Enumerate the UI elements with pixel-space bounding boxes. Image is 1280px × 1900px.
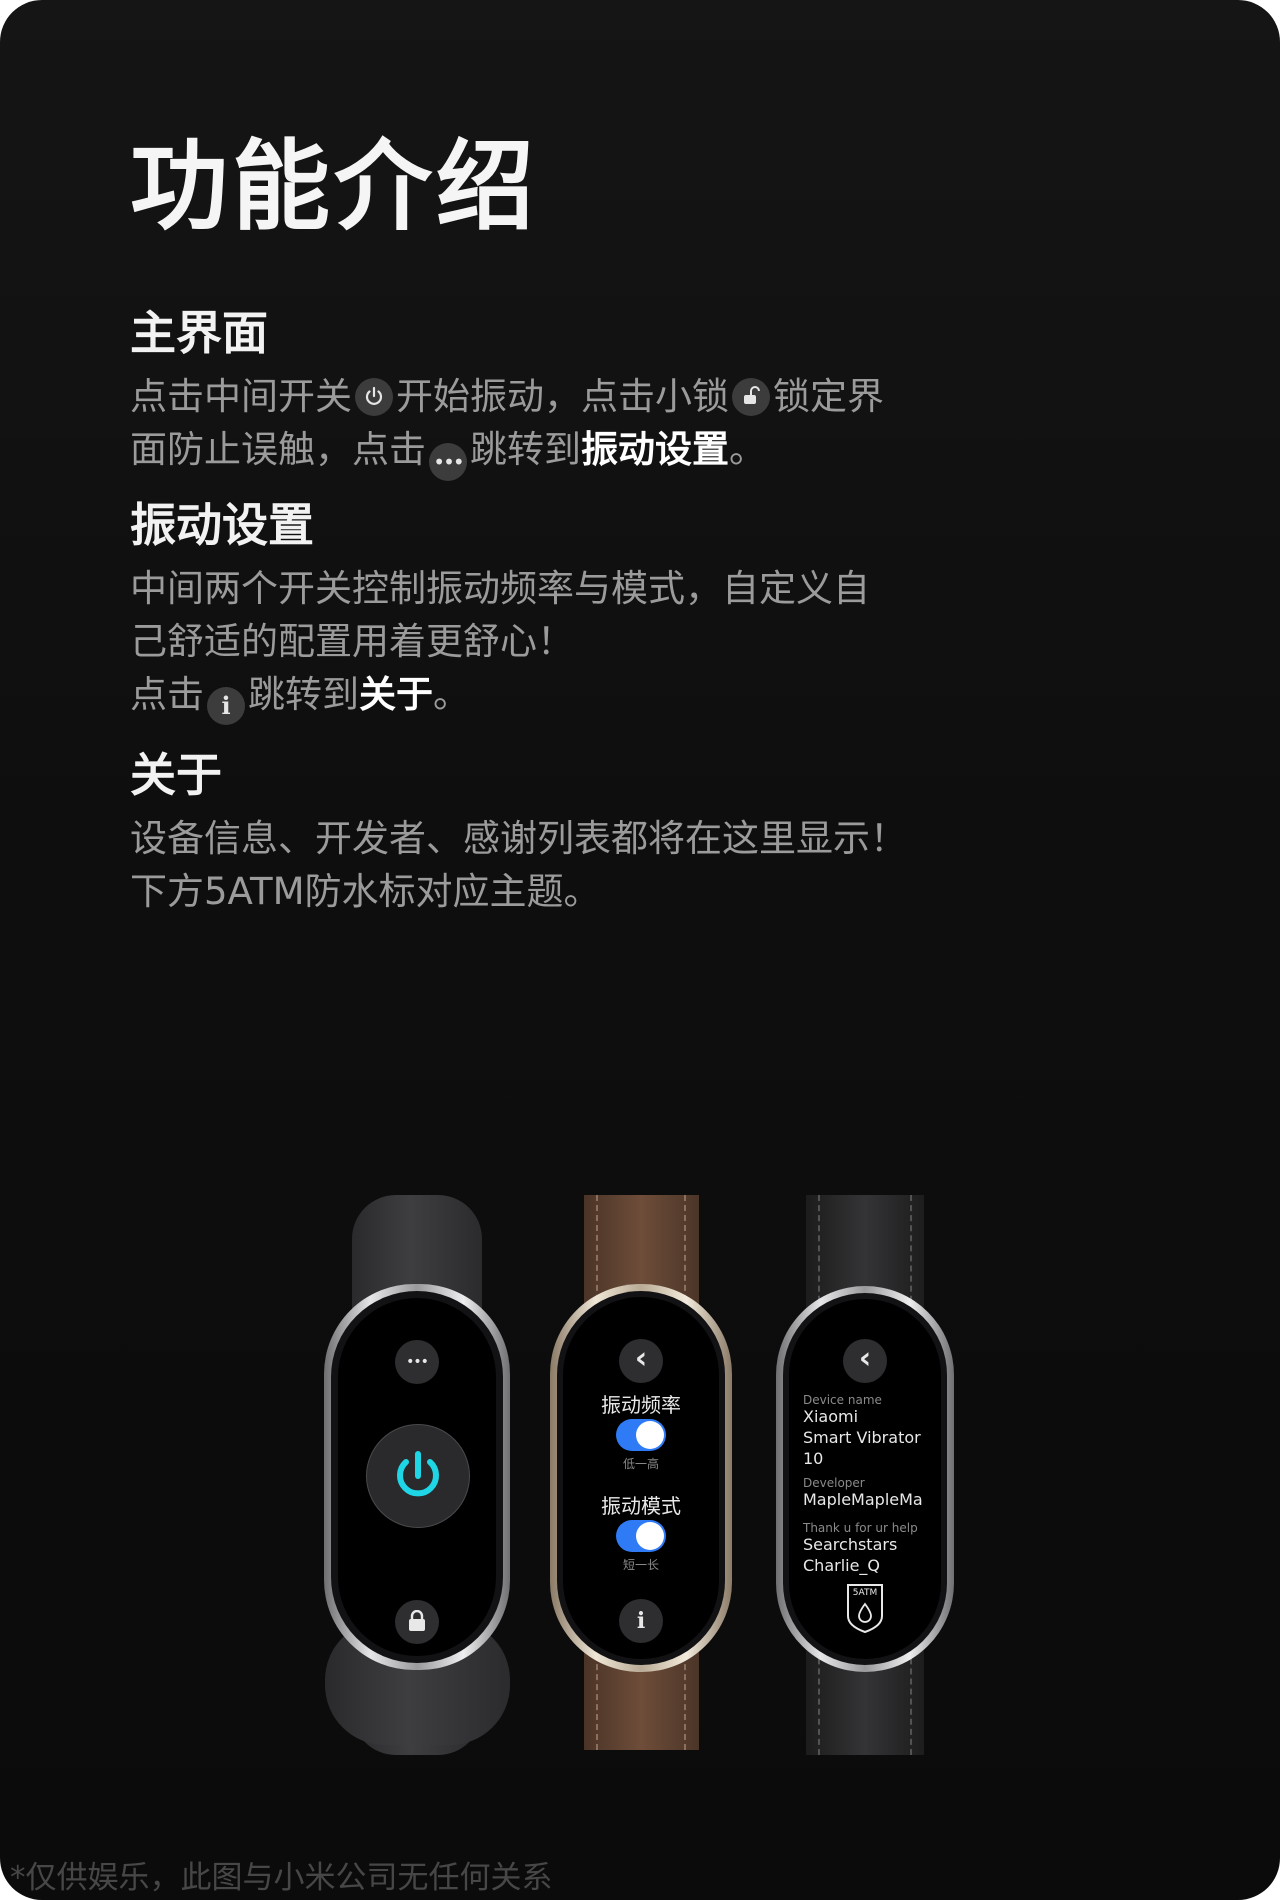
text-line: 中间两个开关控制振动频率与模式，自定义自 bbox=[130, 567, 870, 610]
text-fragment: 点击中间开关 bbox=[130, 375, 352, 418]
badge-text: 5ATM bbox=[852, 1588, 878, 1598]
feature-intro-card: 功能介绍 主界面 点击中间开关 开始振动，点击小锁 锁定界 面防止误触，点击 ••… bbox=[0, 0, 1280, 1900]
text-fragment: 开始振动，点击小锁 bbox=[396, 375, 729, 418]
page-title: 功能介绍 bbox=[130, 130, 539, 244]
toggle-knob bbox=[636, 1522, 664, 1550]
device-name-line: Smart Vibrator bbox=[803, 1428, 921, 1447]
link-about: 关于 bbox=[359, 673, 433, 716]
text-fragment: 。 bbox=[729, 428, 766, 471]
chevron-left-icon[interactable]: ‹ bbox=[843, 1339, 887, 1383]
text-line: 己舒适的配置用着更舒心！ bbox=[130, 620, 574, 663]
thanks-name: Charlie_Q bbox=[803, 1556, 881, 1575]
lock-icon bbox=[409, 1610, 425, 1631]
text-fragment: 面防止误触，点击 bbox=[130, 428, 426, 471]
water-resistance-badge: 5ATM bbox=[845, 1582, 885, 1634]
lock-button[interactable] bbox=[395, 1600, 439, 1644]
watch-screen: ••• bbox=[338, 1298, 496, 1656]
developer-label: Developer bbox=[803, 1476, 865, 1490]
text-fragment: 跳转到 bbox=[470, 428, 581, 471]
chevron-left-icon[interactable]: ‹ bbox=[619, 1339, 663, 1383]
developer-value: MapleMapleMa bbox=[803, 1490, 923, 1509]
mode-toggle[interactable] bbox=[616, 1520, 666, 1552]
toggle-knob bbox=[636, 1421, 664, 1449]
info-icon: i bbox=[207, 687, 245, 725]
more-dots-icon[interactable]: ••• bbox=[395, 1340, 439, 1384]
thanks-label: Thank u for ur help bbox=[803, 1521, 918, 1535]
section-title-vibration: 振动设置 bbox=[130, 498, 314, 552]
text-fragment: 跳转到 bbox=[248, 673, 359, 716]
freq-label: 振动频率 bbox=[601, 1393, 681, 1417]
freq-range-label: 低一高 bbox=[622, 1457, 659, 1471]
watch-screen: ‹ 振动频率 低一高 振动模式 短一长 i bbox=[563, 1297, 719, 1659]
device-name-label: Device name bbox=[803, 1393, 882, 1407]
text-fragment: 。 bbox=[433, 673, 470, 716]
power-icon bbox=[397, 1451, 439, 1497]
section-title-main: 主界面 bbox=[130, 306, 268, 360]
lock-icon bbox=[732, 378, 770, 416]
disclaimer-footer: *仅供娱乐，此图与小米公司无任何关系 bbox=[10, 1860, 553, 1896]
section-title-about: 关于 bbox=[130, 748, 222, 802]
section-body-vibration: 中间两个开关控制振动频率与模式，自定义自 己舒适的配置用着更舒心！ 点击 i 跳转到… bbox=[130, 562, 990, 725]
text-line: 下方5ATM防水标对应主题。 bbox=[130, 870, 601, 913]
device-name-line: 10 bbox=[803, 1449, 824, 1468]
link-vibration-settings: 振动设置 bbox=[581, 428, 729, 471]
power-icon bbox=[355, 378, 393, 416]
water-drop-icon bbox=[858, 1602, 872, 1623]
info-icon[interactable]: i bbox=[619, 1599, 663, 1643]
power-button[interactable] bbox=[366, 1424, 470, 1528]
freq-toggle[interactable] bbox=[616, 1419, 666, 1451]
text-fragment: 点击 bbox=[130, 673, 204, 716]
text-fragment: 锁定界 bbox=[773, 375, 884, 418]
section-vibration-settings: 振动设置 中间两个开关控制振动频率与模式，自定义自 己舒适的配置用着更舒心！ 点… bbox=[130, 502, 990, 725]
watch-screen: ‹ Device name Xiaomi Smart Vibrator 10 D… bbox=[789, 1299, 941, 1659]
section-body-about: 设备信息、开发者、感谢列表都将在这里显示！ 下方5ATM防水标对应主题。 bbox=[130, 812, 990, 918]
section-body-main: 点击中间开关 开始振动，点击小锁 锁定界 面防止误触，点击 ••• 跳转到振动设置。 bbox=[130, 370, 990, 481]
section-main-interface: 主界面 点击中间开关 开始振动，点击小锁 锁定界 面防止误触，点击 ••• 跳转到振… bbox=[130, 310, 990, 481]
mode-range-label: 短一长 bbox=[622, 1558, 659, 1572]
thanks-name: Searchstars bbox=[803, 1535, 898, 1554]
section-about: 关于 设备信息、开发者、感谢列表都将在这里显示！ 下方5ATM防水标对应主题。 bbox=[130, 752, 990, 918]
device-name-line: Xiaomi bbox=[803, 1407, 859, 1426]
mode-label: 振动模式 bbox=[601, 1494, 681, 1518]
text-line: 设备信息、开发者、感谢列表都将在这里显示！ bbox=[130, 817, 907, 860]
more-dots-icon: ••• bbox=[429, 443, 467, 481]
